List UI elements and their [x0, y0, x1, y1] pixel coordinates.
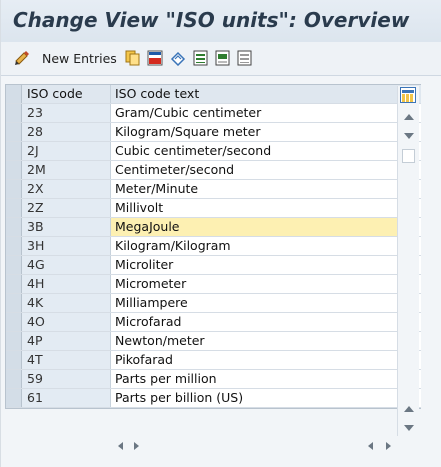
row-selector[interactable] — [6, 237, 22, 255]
table-row[interactable]: 2J Cubic centimeter/second — [6, 142, 421, 161]
table-row[interactable]: 23 Gram/Cubic centimeter — [6, 104, 421, 123]
table-row[interactable]: 4G Microliter — [6, 256, 421, 275]
scroll-down-icon[interactable] — [404, 133, 414, 139]
glasses-pen-icon[interactable] — [14, 50, 30, 66]
toolbar: New Entries — [1, 42, 441, 76]
table-row[interactable]: 3H Kilogram/Kilogram — [6, 237, 421, 256]
table-row[interactable]: 2Z Millivolt — [6, 199, 421, 218]
row-selector[interactable] — [6, 218, 22, 236]
table-settings-button[interactable] — [400, 87, 416, 103]
iso-code-cell: 2M — [22, 161, 111, 179]
table-row[interactable]: 59 Parts per million — [6, 370, 421, 389]
row-selector[interactable] — [6, 142, 22, 160]
table-header: ISO code ISO code text — [6, 85, 421, 104]
title-bar: Change View "ISO units": Overview — [1, 0, 441, 42]
iso-code-text-cell[interactable]: Pikofarad — [111, 351, 398, 369]
table-row[interactable]: 4K Milliampere — [6, 294, 421, 313]
iso-code-cell: 3H — [22, 237, 111, 255]
horizontal-scrollbar[interactable] — [106, 437, 396, 455]
table-row[interactable]: 2X Meter/Minute — [6, 180, 421, 199]
scroll-right-icon[interactable] — [134, 442, 139, 450]
row-selector[interactable] — [6, 199, 22, 217]
iso-code-text-cell[interactable]: Kilogram/Kilogram — [111, 237, 398, 255]
deselect-all-icon[interactable] — [237, 50, 253, 66]
iso-code-cell: 28 — [22, 123, 111, 141]
iso-code-cell: 61 — [22, 389, 111, 407]
table-row[interactable]: 4P Newton/meter — [6, 332, 421, 351]
table-body: 23 Gram/Cubic centimeter 28 Kilogram/Square… — [6, 104, 421, 408]
iso-code-text-cell[interactable]: Parts per billion (US) — [111, 389, 398, 407]
iso-code-text-cell[interactable]: Millivolt — [111, 199, 398, 217]
iso-code-cell: 4O — [22, 313, 111, 331]
row-selector[interactable] — [6, 104, 22, 122]
iso-code-text-cell[interactable]: Milliampere — [111, 294, 398, 312]
row-selector[interactable] — [6, 180, 22, 198]
iso-code-text-cell[interactable]: Parts per million — [111, 370, 398, 388]
scroll-up-icon[interactable] — [404, 114, 414, 120]
row-selector[interactable] — [6, 332, 22, 350]
table-row[interactable]: 4H Micrometer — [6, 275, 421, 294]
scroll-left-end-icon[interactable] — [368, 442, 373, 450]
select-all-rows-button[interactable] — [6, 85, 22, 103]
iso-code-text-cell[interactable]: Meter/Minute — [111, 180, 398, 198]
iso-code-cell: 4H — [22, 275, 111, 293]
delete-icon[interactable] — [147, 50, 163, 66]
scroll-right-end-icon[interactable] — [386, 442, 391, 450]
row-selector[interactable] — [6, 370, 22, 388]
row-selector[interactable] — [6, 313, 22, 331]
iso-code-text-cell[interactable]: Gram/Cubic centimeter — [111, 104, 398, 122]
page-title: Change View "ISO units": Overview — [13, 8, 410, 32]
iso-code-cell: 4K — [22, 294, 111, 312]
vertical-scrollbar[interactable] — [397, 86, 419, 436]
select-block-icon[interactable] — [215, 50, 231, 66]
iso-code-text-cell[interactable]: Newton/meter — [111, 332, 398, 350]
row-selector[interactable] — [6, 256, 22, 274]
page-down-icon[interactable] — [404, 425, 414, 431]
iso-code-text-cell[interactable]: MegaJoule — [111, 218, 398, 236]
table-row[interactable]: 61 Parts per billion (US) — [6, 389, 421, 408]
scroll-left-icon[interactable] — [118, 442, 123, 450]
row-selector[interactable] — [6, 294, 22, 312]
iso-code-cell: 3B — [22, 218, 111, 236]
table-row[interactable]: 2M Centimeter/second — [6, 161, 421, 180]
row-selector[interactable] — [6, 389, 22, 407]
iso-code-cell: 2J — [22, 142, 111, 160]
select-all-icon[interactable] — [193, 50, 209, 66]
new-entries-button[interactable]: New Entries — [42, 51, 117, 66]
column-header-iso-code-text[interactable]: ISO code text — [111, 85, 398, 103]
iso-units-table: ISO code ISO code text 23 Gram/Cubic cent… — [5, 84, 421, 409]
iso-code-cell: 4T — [22, 351, 111, 369]
iso-code-text-cell[interactable]: Centimeter/second — [111, 161, 398, 179]
table-row[interactable]: 3B MegaJoule — [6, 218, 421, 237]
sap-screen: Change View "ISO units": Overview New En… — [0, 0, 441, 467]
iso-code-text-cell[interactable]: Kilogram/Square meter — [111, 123, 398, 141]
iso-code-text-cell[interactable]: Micrometer — [111, 275, 398, 293]
row-selector[interactable] — [6, 275, 22, 293]
table-row[interactable]: 4T Pikofarad — [6, 351, 421, 370]
iso-code-cell: 23 — [22, 104, 111, 122]
column-header-iso-code[interactable]: ISO code — [22, 85, 111, 103]
iso-code-cell: 4P — [22, 332, 111, 350]
iso-code-cell: 4G — [22, 256, 111, 274]
vertical-scroll-thumb[interactable] — [402, 149, 415, 163]
iso-code-cell: 2X — [22, 180, 111, 198]
iso-code-cell: 2Z — [22, 199, 111, 217]
undo-icon[interactable] — [170, 50, 186, 67]
iso-code-cell: 59 — [22, 370, 111, 388]
copy-icon[interactable] — [125, 50, 141, 66]
page-up-icon[interactable] — [404, 406, 414, 412]
row-selector[interactable] — [6, 123, 22, 141]
iso-code-text-cell[interactable]: Microliter — [111, 256, 398, 274]
row-selector[interactable] — [6, 161, 22, 179]
table-settings-icon — [402, 90, 414, 102]
iso-code-text-cell[interactable]: Cubic centimeter/second — [111, 142, 398, 160]
row-selector[interactable] — [6, 351, 22, 369]
iso-code-text-cell[interactable]: Microfarad — [111, 313, 398, 331]
table-row[interactable]: 28 Kilogram/Square meter — [6, 123, 421, 142]
table-row[interactable]: 4O Microfarad — [6, 313, 421, 332]
